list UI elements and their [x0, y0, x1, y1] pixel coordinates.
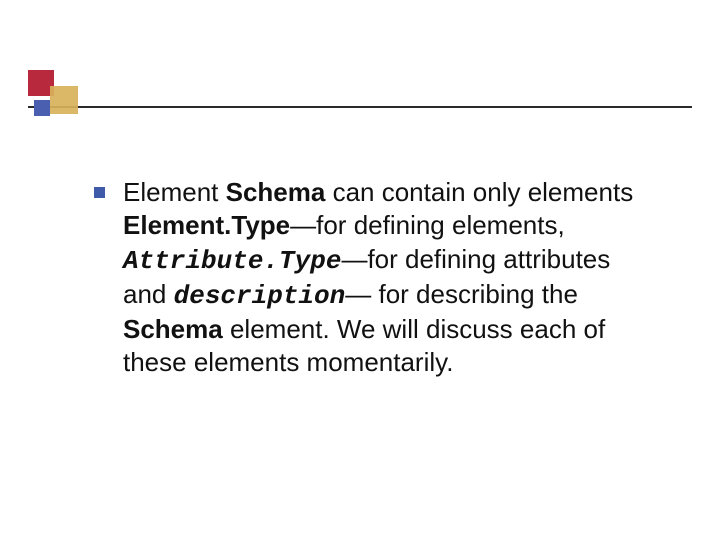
text-run: — for describing the: [345, 279, 578, 309]
text-run-bold: Schema: [123, 314, 223, 344]
text-run: —for defining elements,: [290, 210, 565, 240]
bullet-square-icon: [94, 187, 105, 198]
text-run: can contain only elements: [325, 177, 633, 207]
text-run: Element: [123, 177, 226, 207]
text-run-bold: Element.Type: [123, 210, 290, 240]
bullet-item: Element Schema can contain only elements…: [94, 176, 654, 380]
text-run-bold: Schema: [226, 177, 326, 207]
header-underline: [28, 106, 692, 108]
bullet-text: Element Schema can contain only elements…: [123, 176, 654, 380]
square-gold-icon: [50, 86, 78, 114]
square-blue-icon: [34, 100, 50, 116]
slide-content: Element Schema can contain only elements…: [94, 176, 654, 380]
text-run-code: Attribute.Type: [123, 246, 341, 276]
slide-header-graphic: [28, 70, 692, 118]
text-run-code: description: [174, 281, 346, 311]
